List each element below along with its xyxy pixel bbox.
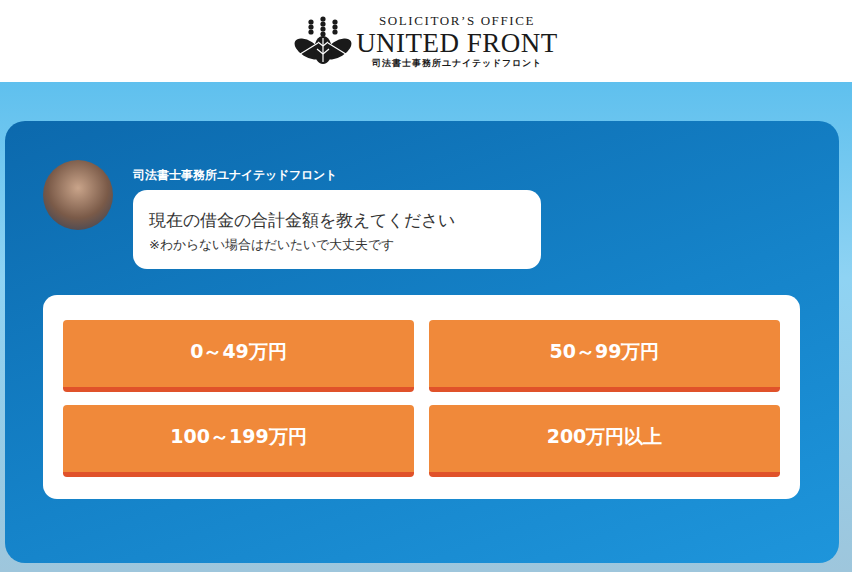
header: SOLICITOR’S OFFICEUNITED FRONT司法書士事務所ユナイ… — [0, 0, 852, 82]
option-button[interactable]: 200万円以上 — [429, 405, 780, 477]
crest-icon — [294, 16, 352, 66]
message-column: 司法書士事務所ユナイテッドフロント現在の借金の合計金額を教えてください ※わからな… — [133, 160, 541, 269]
logo-subtitle: 司法書士事務所ユナイテッドフロント — [372, 57, 542, 70]
page: SOLICITOR’S OFFICEUNITED FRONT司法書士事務所ユナイ… — [0, 0, 852, 572]
logo-title: UNITED FRONT — [356, 29, 558, 57]
option-button[interactable]: 100～199万円 — [63, 405, 414, 477]
sender-name: 司法書士事務所ユナイテッドフロント — [133, 167, 541, 184]
question-text: 現在の借金の合計金額を教えてください — [149, 208, 523, 232]
logo[interactable]: SOLICITOR’S OFFICEUNITED FRONT司法書士事務所ユナイ… — [294, 13, 558, 70]
speech-bubble: 現在の借金の合計金額を教えてください ※わからない場合はだいたいで大丈夫です — [133, 190, 541, 269]
message-row: 司法書士事務所ユナイテッドフロント現在の借金の合計金額を教えてください ※わからな… — [43, 160, 800, 269]
hero-background: 司法書士事務所ユナイテッドフロント現在の借金の合計金額を教えてください ※わからな… — [0, 82, 852, 572]
option-button[interactable]: 0～49万円 — [63, 320, 414, 392]
chat-card: 司法書士事務所ユナイテッドフロント現在の借金の合計金額を教えてください ※わからな… — [5, 121, 839, 563]
avatar-photo — [43, 160, 113, 230]
options-panel: 0～49万円50～99万円100～199万円200万円以上 — [43, 295, 800, 499]
logo-text: SOLICITOR’S OFFICEUNITED FRONT司法書士事務所ユナイ… — [356, 13, 558, 70]
logo-overline: SOLICITOR’S OFFICE — [379, 13, 535, 29]
option-button[interactable]: 50～99万円 — [429, 320, 780, 392]
note-text: ※わからない場合はだいたいで大丈夫です — [149, 236, 523, 254]
